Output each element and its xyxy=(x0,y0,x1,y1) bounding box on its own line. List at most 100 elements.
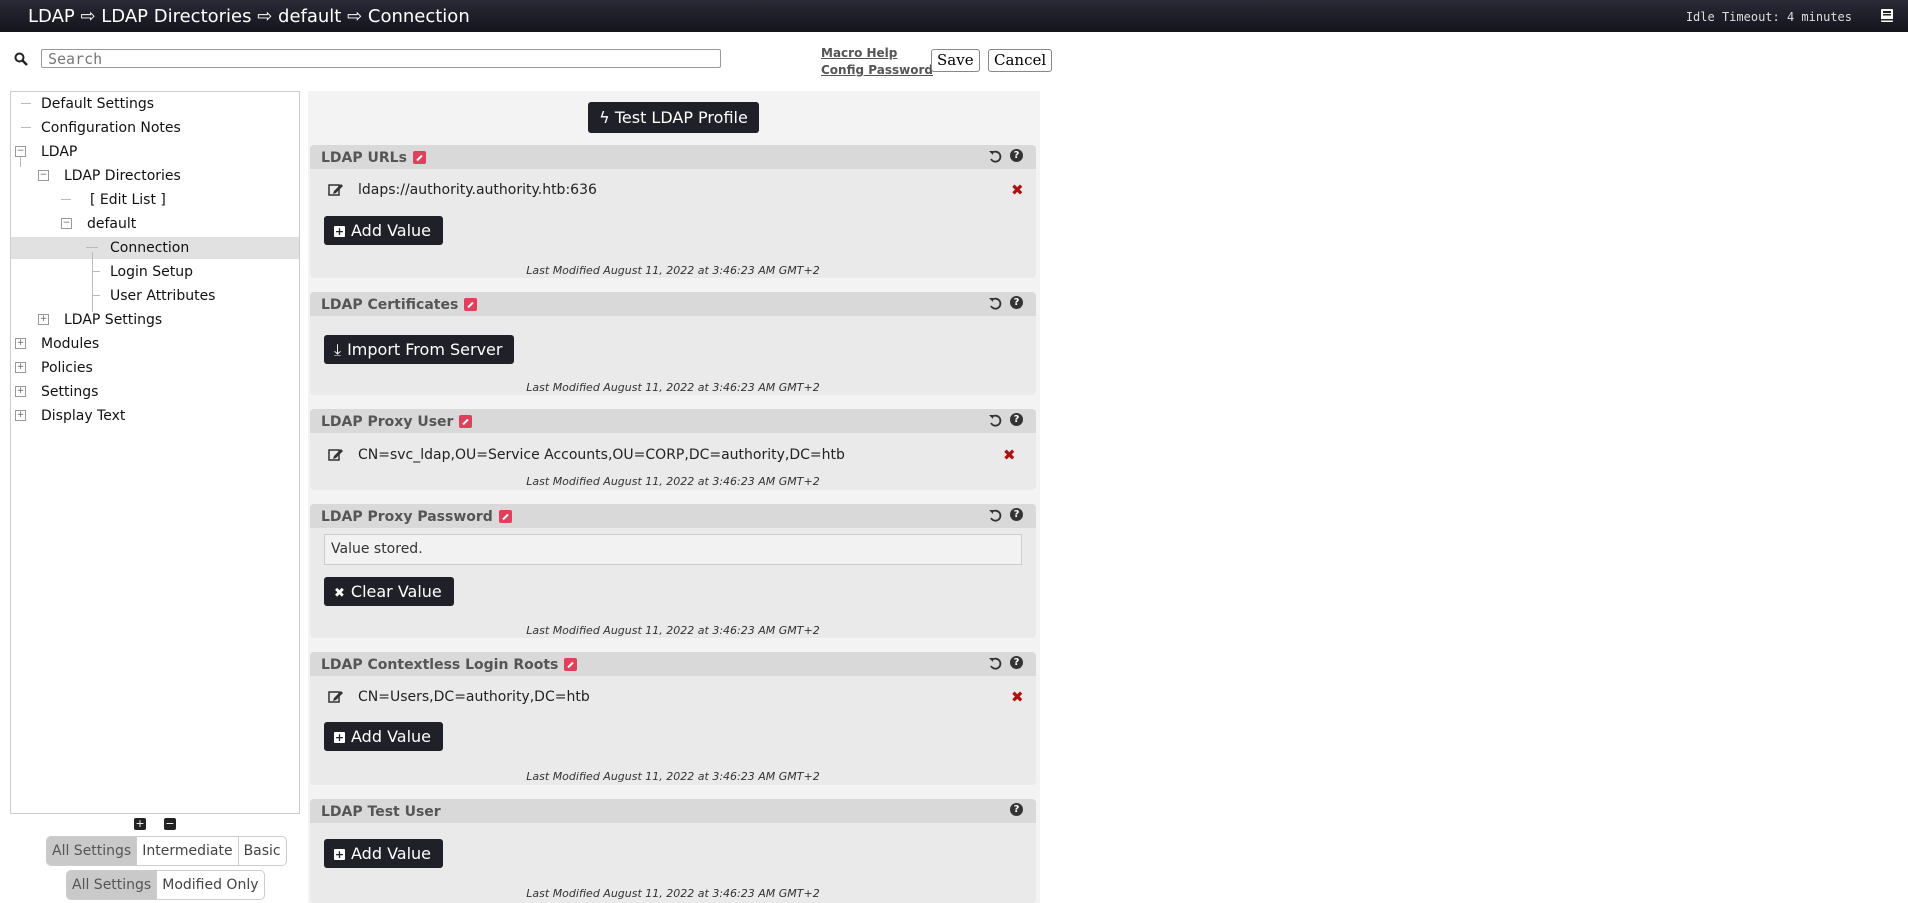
level-intermediate[interactable]: Intermediate xyxy=(137,837,239,865)
filter-modified-only[interactable]: Modified Only xyxy=(157,871,263,899)
search-input[interactable] xyxy=(41,49,721,68)
tree-item-default-settings[interactable]: Default Settings xyxy=(41,92,154,116)
panel-ldap-contextless-login-roots: LDAP Contextless Login Roots ? CN=Users,… xyxy=(310,652,1036,785)
help-icon[interactable]: ? xyxy=(1010,508,1023,521)
undo-icon[interactable] xyxy=(988,296,1003,311)
expand-toggle[interactable]: + xyxy=(15,410,26,421)
bolt-icon: ϟ xyxy=(599,108,610,127)
save-button[interactable]: Save xyxy=(931,49,980,72)
edit-badge-icon[interactable] xyxy=(464,298,478,311)
cancel-button[interactable]: Cancel xyxy=(988,49,1053,72)
tree-item-default[interactable]: default xyxy=(87,212,136,236)
tree-item-ldap-settings[interactable]: LDAP Settings xyxy=(64,308,162,332)
ldap-url-value[interactable]: ldaps://authority.authority.htb:636 xyxy=(358,182,597,198)
plus-icon: + xyxy=(334,225,345,238)
macro-help-link[interactable]: Macro Help xyxy=(821,46,897,60)
level-filter: All Settings Intermediate Basic xyxy=(46,836,287,866)
help-icon[interactable]: ? xyxy=(1010,656,1023,669)
tree-connector xyxy=(21,127,31,128)
pencil-icon[interactable] xyxy=(328,447,344,461)
delete-icon[interactable]: ✖ xyxy=(1003,446,1016,464)
collapse-toggle[interactable]: − xyxy=(38,170,49,181)
panel-title: LDAP Contextless Login Roots xyxy=(321,657,578,673)
last-modified: Last Modified August 11, 2022 at 3:46:23… xyxy=(526,264,820,277)
add-value-label: Add Value xyxy=(351,844,431,863)
book-icon[interactable] xyxy=(1880,8,1894,23)
plus-icon: + xyxy=(334,848,345,861)
proxy-user-value[interactable]: CN=svc_ldap,OU=Service Accounts,OU=CORP,… xyxy=(358,447,845,463)
pencil-icon[interactable] xyxy=(328,689,344,703)
tree-item-configuration-notes[interactable]: Configuration Notes xyxy=(41,116,181,140)
edit-badge-icon[interactable] xyxy=(412,151,426,164)
tree-item-display-text[interactable]: Display Text xyxy=(41,404,125,428)
tree-item-connection[interactable]: Connection xyxy=(110,236,189,260)
tree-connector xyxy=(92,252,93,312)
config-password-link[interactable]: Config Password xyxy=(821,63,933,77)
tree-connector xyxy=(92,271,100,272)
panel-title: LDAP Certificates xyxy=(321,297,478,313)
undo-icon[interactable] xyxy=(988,413,1003,428)
tree-connector xyxy=(92,295,100,296)
pencil-icon[interactable] xyxy=(328,182,344,196)
import-from-server-button[interactable]: ⤓ Import From Server xyxy=(324,335,515,364)
search-icon xyxy=(14,52,28,66)
panel-title: LDAP Proxy Password xyxy=(321,509,512,525)
help-icon[interactable]: ? xyxy=(1010,149,1023,162)
expand-toggle[interactable]: + xyxy=(15,386,26,397)
last-modified: Last Modified August 11, 2022 at 3:46:23… xyxy=(526,624,820,637)
undo-icon[interactable] xyxy=(988,508,1003,523)
expand-toggle[interactable]: + xyxy=(38,314,49,325)
tree-item-policies[interactable]: Policies xyxy=(41,356,93,380)
expand-toggle[interactable]: + xyxy=(15,362,26,373)
add-value-label: Add Value xyxy=(351,727,431,746)
edit-badge-icon[interactable] xyxy=(459,415,473,428)
help-icon[interactable]: ? xyxy=(1010,413,1023,426)
test-ldap-profile-button[interactable]: ϟ Test LDAP Profile xyxy=(588,102,759,133)
tree-connector xyxy=(20,157,21,167)
panel-ldap-proxy-password: LDAP Proxy Password ? Value stored. ✖ Cle… xyxy=(310,504,1036,638)
filter-all-settings[interactable]: All Settings xyxy=(67,871,158,899)
tree-item-login-setup[interactable]: Login Setup xyxy=(110,260,193,284)
add-value-button[interactable]: + Add Value xyxy=(324,722,443,751)
tree-item-ldap[interactable]: LDAP xyxy=(41,140,77,164)
help-icon[interactable]: ? xyxy=(1010,296,1023,309)
collapse-toggle[interactable]: − xyxy=(15,146,26,157)
clear-value-button[interactable]: ✖ Clear Value xyxy=(324,577,454,606)
expand-all-icon[interactable]: + xyxy=(134,818,146,830)
tree-item-ldap-directories[interactable]: LDAP Directories xyxy=(64,164,181,188)
add-value-label: Add Value xyxy=(351,221,431,240)
panel-ldap-proxy-user: LDAP Proxy User ? CN=svc_ldap,OU=Service… xyxy=(310,409,1036,490)
add-value-button[interactable]: + Add Value xyxy=(324,216,443,245)
last-modified: Last Modified August 11, 2022 at 3:46:23… xyxy=(526,887,820,900)
collapse-toggle[interactable]: − xyxy=(61,218,72,229)
last-modified: Last Modified August 11, 2022 at 3:46:23… xyxy=(526,770,820,783)
level-all-settings[interactable]: All Settings xyxy=(47,837,138,865)
delete-icon[interactable]: ✖ xyxy=(1011,688,1024,706)
clear-value-label: Clear Value xyxy=(350,582,442,601)
panel-title: LDAP Proxy User xyxy=(321,414,473,430)
panel-ldap-urls: LDAP URLs ? ldaps://authority.authority.… xyxy=(310,145,1036,278)
download-icon: ⤓ xyxy=(334,340,342,359)
expand-toggle[interactable]: + xyxy=(15,338,26,349)
edit-badge-icon[interactable] xyxy=(564,658,578,671)
panel-title-text: LDAP URLs xyxy=(321,150,407,166)
tree-item-modules[interactable]: Modules xyxy=(41,332,99,356)
tree-item-user-attributes[interactable]: User Attributes xyxy=(110,284,215,308)
undo-icon[interactable] xyxy=(988,656,1003,671)
panel-title-text: LDAP Test User xyxy=(321,804,441,820)
title-bar: LDAP ⇨ LDAP Directories ⇨ default ⇨ Conn… xyxy=(0,0,1908,32)
edit-badge-icon[interactable] xyxy=(498,510,512,523)
tree-item-edit-list[interactable]: [ Edit List ] xyxy=(90,188,166,212)
panel-header: LDAP Proxy Password ? xyxy=(310,504,1036,528)
add-value-button[interactable]: + Add Value xyxy=(324,839,443,868)
login-root-value[interactable]: CN=Users,DC=authority,DC=htb xyxy=(358,689,590,705)
help-icon[interactable]: ? xyxy=(1010,803,1023,816)
tree-item-settings[interactable]: Settings xyxy=(41,380,98,404)
undo-icon[interactable] xyxy=(988,149,1003,164)
level-basic[interactable]: Basic xyxy=(239,837,286,865)
settings-tree: Default Settings Configuration Notes − L… xyxy=(10,91,300,814)
delete-icon[interactable]: ✖ xyxy=(1011,181,1024,199)
collapse-all-icon[interactable]: − xyxy=(164,818,176,830)
panel-header: LDAP Certificates ? xyxy=(310,292,1036,316)
idle-timeout: Idle Timeout: 4 minutes xyxy=(1685,10,1852,24)
